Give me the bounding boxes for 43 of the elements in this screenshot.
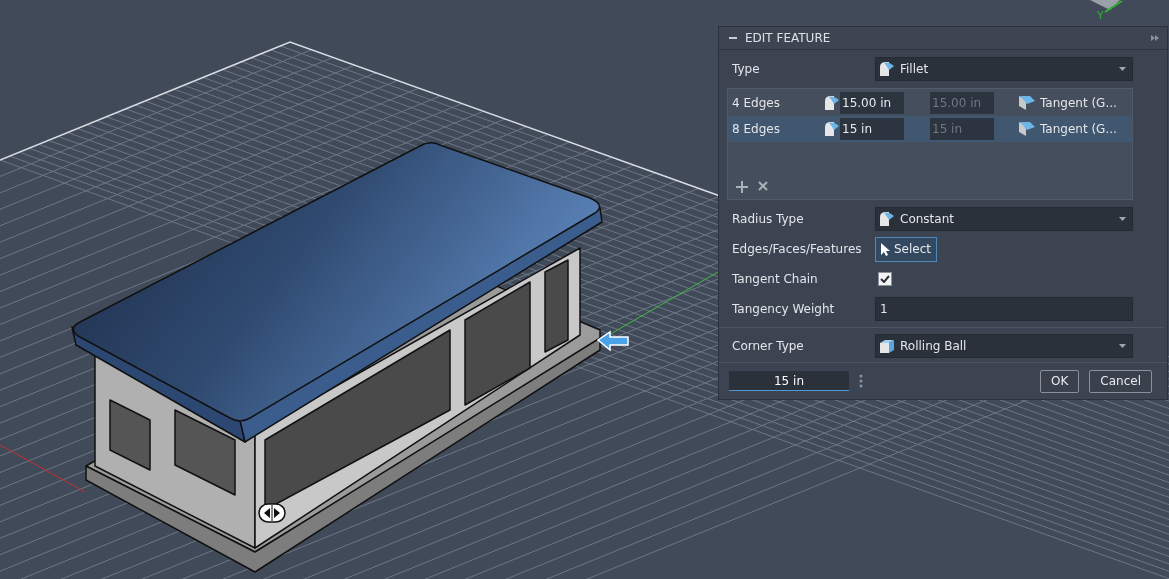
input-field[interactable]: 1 [875, 297, 1133, 321]
fillet-icon [879, 211, 895, 227]
fillet-icon [824, 121, 840, 137]
cursor-icon [880, 241, 890, 257]
cube-icon [879, 338, 895, 354]
delete-icon[interactable] [758, 181, 768, 191]
edge-set-label: 8 Edges [732, 122, 781, 136]
radius-field[interactable]: 15.00 in [840, 92, 904, 114]
field-label: Tangent Chain [731, 272, 819, 286]
corner-type-dropdown[interactable]: Rolling Ball [875, 334, 1133, 358]
field-label: Edges/Faces/Features [731, 242, 863, 256]
more-icon[interactable] [859, 374, 863, 388]
axis-label: Y [1097, 9, 1104, 22]
fillet-icon [879, 61, 895, 77]
orbit-handle-icon[interactable] [258, 503, 286, 523]
fillet-icon [824, 95, 840, 111]
add-icon[interactable] [736, 181, 748, 193]
caret-icon [1119, 217, 1126, 221]
field-label: Tangency Weight [731, 302, 836, 316]
continuity-dropdown[interactable]: Tangent (G... [1018, 95, 1117, 111]
radius-field[interactable]: 15 in [840, 118, 904, 140]
type-dropdown[interactable]: Fillet [875, 57, 1133, 81]
caret-icon [1119, 344, 1126, 348]
checkbox[interactable] [878, 272, 892, 286]
cancel-button[interactable]: Cancel [1089, 369, 1152, 393]
arrow-handle-icon[interactable] [596, 330, 629, 352]
edge-set-label: 4 Edges [732, 96, 781, 110]
ok-button[interactable]: OK [1040, 369, 1080, 393]
continuity-dropdown[interactable]: Tangent (G... [1018, 121, 1117, 137]
radius-type-dropdown[interactable]: Constant [875, 207, 1133, 231]
tangent-icon [1018, 95, 1036, 111]
value-input-field[interactable]: 15 in [729, 371, 849, 391]
expand-icon[interactable] [1151, 35, 1159, 41]
edge-set-row[interactable]: 4 Edges 15.00 in 15.00 in Tangent (G... [728, 90, 1132, 116]
panel-title: EDIT FEATURE [745, 31, 832, 45]
field-label: Type [731, 62, 761, 76]
field-label: Radius Type [731, 212, 805, 226]
field-label: Corner Type [731, 339, 805, 353]
tangent-icon [1018, 121, 1036, 137]
caret-icon [1119, 67, 1126, 71]
viewcube-drawing [1090, 0, 1123, 13]
edge-set-row[interactable]: 8 Edges 15 in 15 in Tangent (G... [728, 116, 1132, 142]
select-button[interactable]: Select [875, 236, 938, 262]
